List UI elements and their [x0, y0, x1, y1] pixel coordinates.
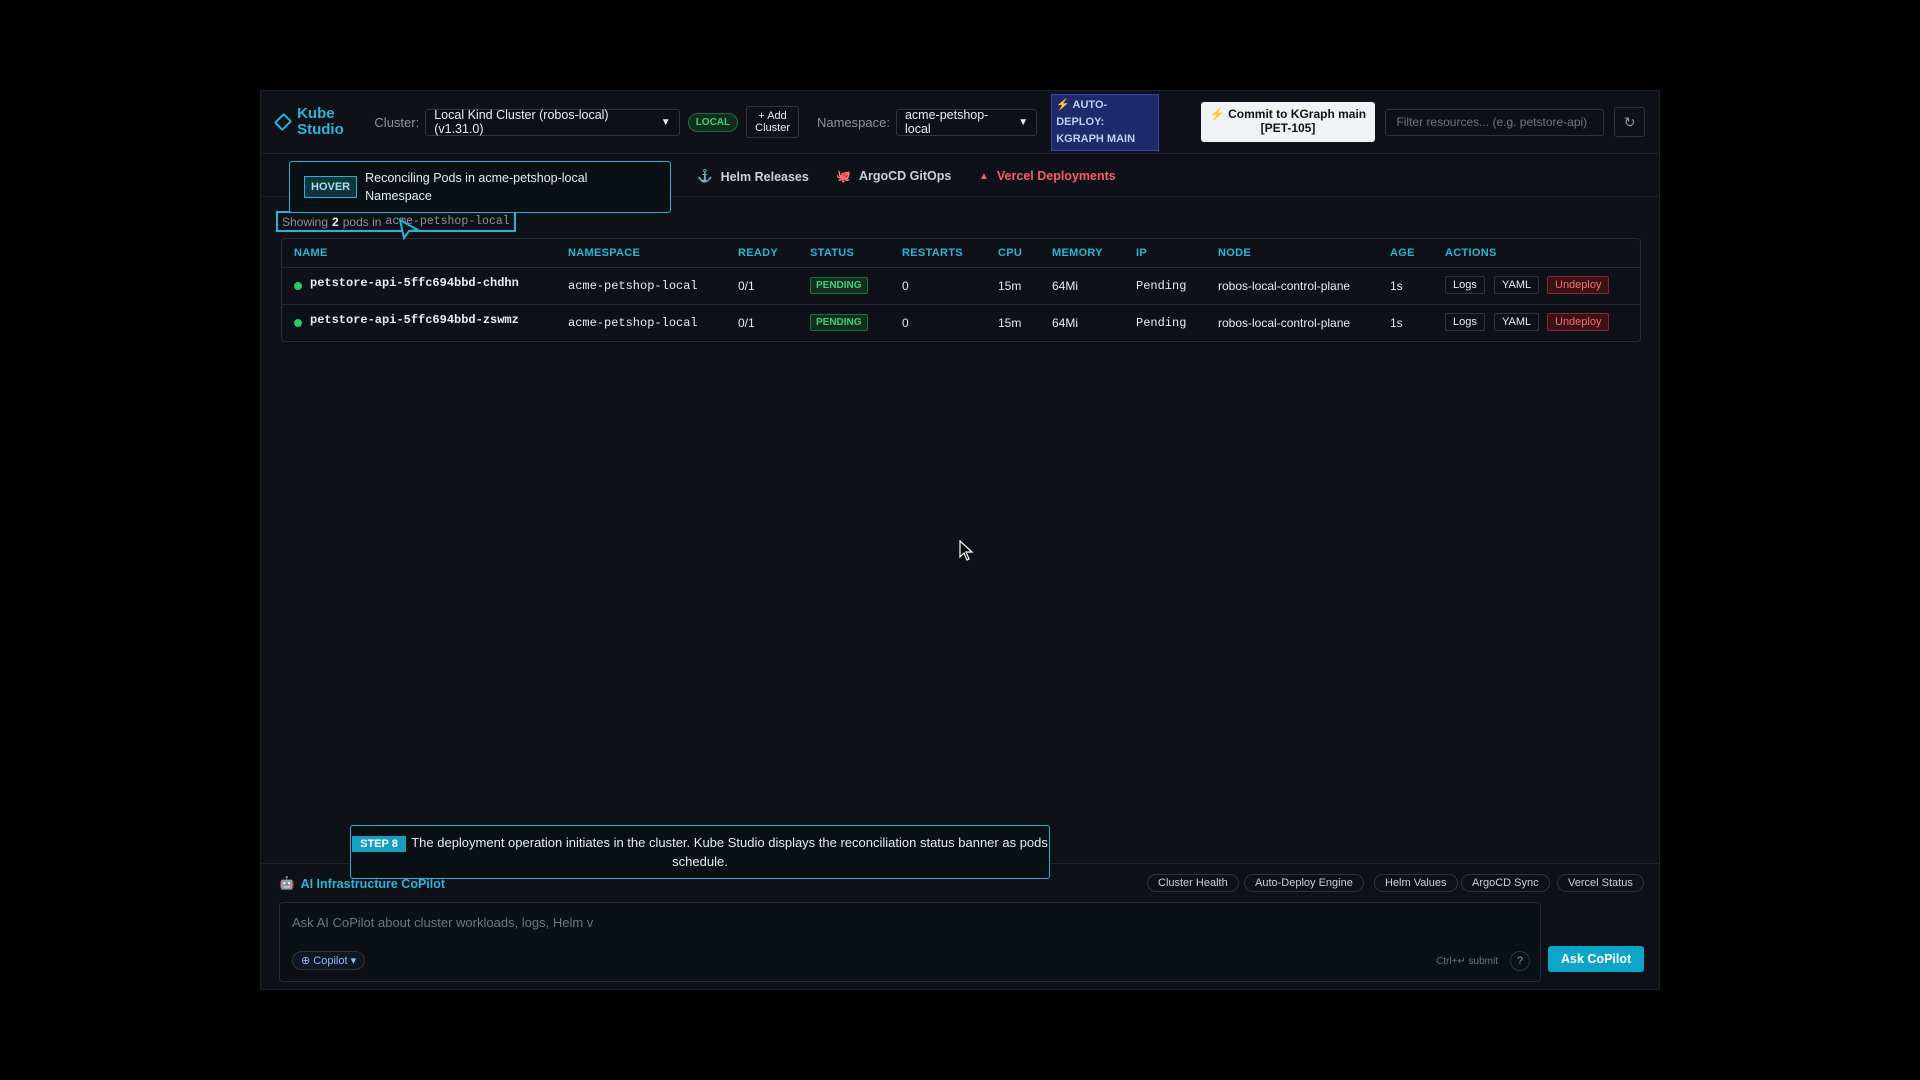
tab-label: ArgoCD GitOps: [858, 169, 952, 183]
pod-namespace: acme-petshop-local: [568, 279, 698, 293]
column-header: STATUS: [810, 247, 855, 259]
pod-count-summary: Showing 2 pods in acme-petshop-local: [276, 211, 516, 232]
mouse-cursor-icon: [959, 540, 974, 561]
cluster-select[interactable]: Local Kind Cluster (robos-local) (v1.31.…: [425, 108, 680, 136]
pod-restarts: 0: [902, 316, 909, 330]
copilot-input[interactable]: Ask AI CoPilot about cluster workloads, …: [279, 902, 1541, 982]
column-header: MEMORY: [1052, 247, 1103, 259]
pod-ready: 0/1: [738, 279, 755, 293]
chevron-down-icon: ▼: [660, 116, 671, 128]
quick-action-cluster-health[interactable]: Cluster Health: [1147, 874, 1239, 892]
hover-annotation: HOVER Reconciling Pods in acme-petshop-l…: [289, 161, 671, 213]
namespace-select[interactable]: acme-petshop-local ▼: [895, 108, 1038, 136]
summary-middle: pods in: [342, 214, 382, 229]
table-row[interactable]: petstore-api-5ffc694bbd-zswmz acme-petsh…: [282, 304, 1640, 341]
undeploy-button[interactable]: Undeploy: [1547, 313, 1610, 331]
copilot-panel: 🤖 AI Infrastructure CoPilot Cluster Heal…: [261, 863, 1661, 990]
pod-memory: 64Mi: [1052, 279, 1079, 293]
pod-name[interactable]: petstore-api-5ffc694bbd-chdhn: [310, 276, 519, 290]
robot-icon: 🤖: [279, 876, 295, 890]
column-header: IP: [1136, 247, 1147, 259]
quick-action-helm-values[interactable]: Helm Values: [1374, 874, 1458, 892]
tab-label: Vercel Deployments: [996, 169, 1116, 183]
status-dot: [294, 319, 302, 327]
pod-cpu: 15m: [998, 279, 1022, 293]
column-header: RESTARTS: [902, 247, 963, 259]
refresh-icon[interactable]: ↻: [1614, 107, 1645, 137]
pod-memory: 64Mi: [1052, 316, 1079, 330]
help-icon[interactable]: ?: [1510, 951, 1530, 971]
commit-button[interactable]: ⚡ Commit to KGraph main [PET-105]: [1200, 102, 1376, 142]
pod-node: robos-local-control-plane: [1218, 316, 1351, 330]
pod-name[interactable]: petstore-api-5ffc694bbd-zswmz: [310, 313, 519, 327]
column-header: NAMESPACE: [568, 247, 641, 259]
tab-label: Helm Releases: [720, 169, 809, 184]
cluster-badge: LOCAL: [687, 112, 739, 132]
add-cluster-button[interactable]: + Add Cluster: [746, 106, 799, 138]
quick-action-vercel-status[interactable]: Vercel Status: [1557, 874, 1644, 892]
pod-ip: Pending: [1136, 279, 1187, 293]
anchor-icon: ⚓: [697, 169, 713, 183]
pod-namespace: acme-petshop-local: [568, 316, 698, 330]
octopus-icon: 🐙: [836, 169, 851, 183]
column-header: ACTIONS: [1445, 247, 1497, 259]
tab-helm-releases[interactable]: ⚓ Helm Releases: [697, 169, 809, 184]
pod-age: 1s: [1390, 316, 1403, 330]
hover-tag: HOVER: [304, 176, 358, 198]
quick-action-auto-deploy[interactable]: Auto-Deploy Engine: [1244, 874, 1364, 892]
layers-icon: [273, 112, 293, 132]
cluster-select-value: Local Kind Cluster (robos-local) (v1.31.…: [434, 108, 609, 136]
auto-deploy-badge[interactable]: ⚡ AUTO-DEPLOY: KGRAPH MAIN: [1051, 93, 1159, 151]
copilot-placeholder: Ask AI CoPilot about cluster workloads, …: [292, 915, 594, 930]
status-badge: PENDING: [810, 314, 868, 331]
top-bar: Kube Studio Cluster: Local Kind Cluster …: [261, 91, 1661, 154]
yaml-button[interactable]: YAML: [1494, 313, 1540, 331]
pod-ready: 0/1: [738, 316, 755, 330]
summary-count: 2: [332, 214, 339, 229]
column-header: NAME: [294, 247, 328, 259]
ask-copilot-button[interactable]: Ask CoPilot: [1548, 946, 1645, 972]
app-title: Kube Studio: [297, 105, 344, 138]
hover-text: Reconciling Pods in acme-petshop-local N…: [365, 171, 588, 203]
submit-hint: Ctrl+↵ submit: [1436, 956, 1499, 967]
namespace-select-value: acme-petshop-local: [904, 108, 989, 136]
column-header: CPU: [998, 247, 1023, 259]
filter-input[interactable]: [1385, 108, 1605, 136]
tab-argocd-gitops[interactable]: 🐙 ArgoCD GitOps: [836, 169, 951, 183]
cluster-label: Cluster:: [374, 114, 420, 130]
column-header: NODE: [1218, 247, 1251, 259]
namespace-label: Namespace:: [816, 114, 890, 130]
pod-node: robos-local-control-plane: [1218, 279, 1351, 293]
column-header: READY: [738, 247, 779, 259]
step-annotation: STEP 8 The deployment operation initiate…: [350, 825, 1050, 879]
logs-button[interactable]: Logs: [1445, 276, 1485, 294]
step-tag: STEP 8: [352, 836, 406, 852]
pod-ip: Pending: [1136, 316, 1187, 330]
chevron-down-icon: ▼: [1018, 116, 1029, 128]
status-badge: PENDING: [810, 277, 868, 294]
copilot-model-select[interactable]: ⊕ Copilot ▾: [292, 951, 366, 970]
pod-cpu: 15m: [998, 316, 1022, 330]
app-logo[interactable]: Kube Studio: [273, 105, 368, 138]
quick-action-argocd-sync[interactable]: ArgoCD Sync: [1461, 874, 1550, 892]
summary-prefix: Showing: [282, 214, 329, 229]
table-row[interactable]: petstore-api-5ffc694bbd-chdhn acme-petsh…: [282, 267, 1640, 304]
pointer-cursor-icon: [398, 218, 420, 240]
tab-vercel-deployments[interactable]: ▲ Vercel Deployments: [979, 169, 1116, 183]
pod-restarts: 0: [902, 279, 909, 293]
triangle-icon: ▲: [979, 170, 989, 182]
undeploy-button[interactable]: Undeploy: [1547, 276, 1610, 294]
step-text: The deployment operation initiates in th…: [411, 835, 1048, 869]
yaml-button[interactable]: YAML: [1494, 276, 1540, 294]
pods-table: NAME NAMESPACE READY STATUS RESTARTS CPU…: [281, 238, 1641, 342]
logs-button[interactable]: Logs: [1445, 313, 1485, 331]
pod-age: 1s: [1390, 279, 1403, 293]
status-dot: [294, 282, 302, 290]
column-header: AGE: [1390, 247, 1415, 259]
